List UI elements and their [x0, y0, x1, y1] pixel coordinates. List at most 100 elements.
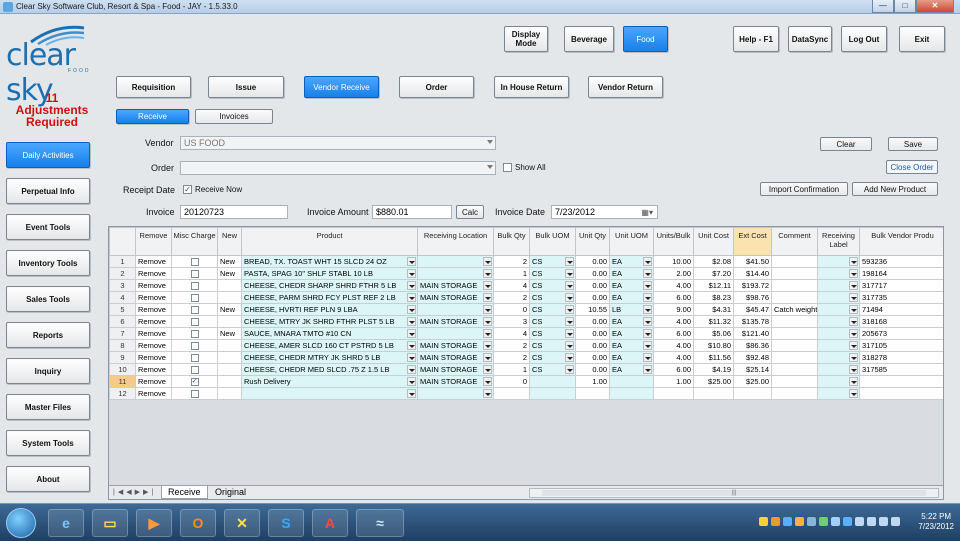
cell-unit-qty[interactable]: 0.00 — [575, 327, 610, 340]
cell-bulk-vendor-product[interactable]: 317735 — [859, 291, 943, 304]
dropdown-arrow-icon[interactable] — [483, 293, 492, 302]
dropdown-arrow-icon[interactable] — [407, 305, 416, 314]
cell-bulk-vendor-product[interactable]: 317717 — [859, 279, 943, 292]
cell-new[interactable] — [217, 363, 242, 376]
dropdown-arrow-icon[interactable] — [483, 365, 492, 374]
dropdown-arrow-icon[interactable] — [407, 389, 416, 398]
cell-comment[interactable] — [771, 327, 818, 340]
column-header-comment[interactable]: Comment — [771, 227, 818, 256]
cell-comment[interactable] — [771, 315, 818, 328]
table-row[interactable]: 11 Remove ✓ Rush Delivery MAIN STORAGE 0 1.00 1… — [109, 375, 943, 388]
tray-icon[interactable] — [795, 517, 804, 526]
cell-units-bulk[interactable]: 1.00 — [653, 375, 694, 388]
cell-receiving-label[interactable] — [817, 387, 860, 400]
dropdown-arrow-icon[interactable] — [483, 377, 492, 386]
sidebar-item-reports[interactable]: Reports — [6, 322, 90, 348]
cell-bulk-qty[interactable]: 2 — [493, 255, 530, 268]
cell-unit-cost[interactable]: $2.08 — [693, 255, 734, 268]
cell-misc-charge[interactable] — [171, 327, 218, 340]
datasync-button[interactable]: DataSync — [788, 26, 832, 52]
cell-bulk-qty[interactable]: 3 — [493, 315, 530, 328]
dropdown-arrow-icon[interactable] — [565, 341, 574, 350]
cell-receiving-location[interactable]: MAIN STORAGE — [417, 339, 494, 352]
cell-unit-cost[interactable]: $4.31 — [693, 303, 734, 316]
cell-unit-qty[interactable] — [575, 387, 610, 400]
column-header-unit-cost[interactable]: Unit Cost — [693, 227, 734, 256]
table-row[interactable]: 6 Remove CHEESE, MTRY JK SHRD FTHR PLST 5 … — [109, 315, 943, 328]
column-header-bulk-uom[interactable]: Bulk UOM — [529, 227, 576, 256]
cell-receiving-location[interactable] — [417, 255, 494, 268]
dropdown-arrow-icon[interactable] — [643, 329, 652, 338]
cell-comment[interactable] — [771, 255, 818, 268]
cell-bulk-vendor-product[interactable]: 318278 — [859, 351, 943, 364]
dropdown-arrow-icon[interactable] — [849, 305, 858, 314]
sidebar-item-master-files[interactable]: Master Files — [6, 394, 90, 420]
cell-misc-charge[interactable] — [171, 387, 218, 400]
cell-receiving-location[interactable] — [417, 303, 494, 316]
cell-comment[interactable] — [771, 279, 818, 292]
cell-misc-charge[interactable] — [171, 339, 218, 352]
cell-receiving-location[interactable] — [417, 387, 494, 400]
skype-icon[interactable]: S — [268, 509, 304, 537]
column-header-unit-qty[interactable]: Unit Qty — [575, 227, 610, 256]
cell-comment[interactable] — [771, 339, 818, 352]
cell-bulk-vendor-product[interactable]: 317585 — [859, 363, 943, 376]
cell-misc-charge[interactable] — [171, 255, 218, 268]
cell-receiving-location[interactable]: MAIN STORAGE — [417, 279, 494, 292]
clear-sky-taskbar-icon[interactable]: ≈ — [356, 509, 404, 537]
cell-bulk-vendor-product[interactable] — [859, 387, 943, 400]
cell-misc-charge[interactable] — [171, 291, 218, 304]
sidebar-item-about[interactable]: About — [6, 466, 90, 492]
tray-icon[interactable] — [879, 517, 888, 526]
cell-product[interactable]: CHEESE, AMER SLCD 160 CT PSTRD 5 LB — [241, 339, 418, 352]
cell-remove[interactable]: Remove — [135, 291, 172, 304]
cell-unit-qty[interactable]: 0.00 — [575, 339, 610, 352]
cell-remove[interactable]: Remove — [135, 375, 172, 388]
cell-unit-uom[interactable]: EA — [609, 279, 654, 292]
cell-unit-uom[interactable]: EA — [609, 351, 654, 364]
sidebar-item-system-tools[interactable]: System Tools — [6, 430, 90, 456]
cell-units-bulk[interactable] — [653, 387, 694, 400]
cell-unit-qty[interactable]: 0.00 — [575, 255, 610, 268]
cell-new[interactable] — [217, 351, 242, 364]
cell-new[interactable] — [217, 315, 242, 328]
cell-unit-qty[interactable]: 0.00 — [575, 279, 610, 292]
tray-icon[interactable] — [843, 517, 852, 526]
speaker-icon[interactable] — [891, 517, 900, 526]
cell-bulk-qty[interactable]: 0 — [493, 375, 530, 388]
cell-bulk-vendor-product[interactable]: 593236 — [859, 255, 943, 268]
import-confirmation-button[interactable]: Import Confirmation — [760, 182, 848, 196]
help-button[interactable]: Help - F1 — [733, 26, 779, 52]
column-header-receiving-label[interactable]: Receiving Label — [817, 227, 860, 256]
cell-unit-cost[interactable]: $8.23 — [693, 291, 734, 304]
acrobat-icon[interactable]: A — [312, 509, 348, 537]
tray-icon[interactable] — [855, 517, 864, 526]
cell-new[interactable]: New — [217, 327, 242, 340]
cell-unit-qty[interactable]: 10.55 — [575, 303, 610, 316]
dropdown-arrow-icon[interactable] — [643, 353, 652, 362]
cell-product[interactable]: SAUCE, MNARA TMTO #10 CN — [241, 327, 418, 340]
cell-ext-cost[interactable] — [733, 387, 772, 400]
dropdown-arrow-icon[interactable] — [407, 341, 416, 350]
sidebar-item-event-tools[interactable]: Event Tools — [6, 214, 90, 240]
cell-receiving-location[interactable]: MAIN STORAGE — [417, 375, 494, 388]
dropdown-arrow-icon[interactable] — [849, 281, 858, 290]
misc-charge-checkbox[interactable] — [190, 282, 199, 290]
cell-product[interactable]: CHEESE, CHEDR MTRY JK SHRD 5 LB — [241, 351, 418, 364]
cell-ext-cost[interactable]: $92.48 — [733, 351, 772, 364]
cell-unit-cost[interactable] — [693, 387, 734, 400]
table-row[interactable]: 1 Remove New BREAD, TX. TOAST WHT 15 SLCD 2… — [109, 255, 943, 268]
cell-bulk-qty[interactable]: 2 — [493, 339, 530, 352]
cell-unit-qty[interactable]: 0.00 — [575, 267, 610, 280]
dropdown-arrow-icon[interactable] — [849, 317, 858, 326]
cell-receiving-label[interactable] — [817, 315, 860, 328]
sheet-tab-receive[interactable]: Receive — [161, 486, 208, 499]
cell-bulk-qty[interactable]: 1 — [493, 267, 530, 280]
receive-now-checkbox[interactable]: ✓ — [183, 185, 192, 194]
dropdown-arrow-icon[interactable] — [483, 341, 492, 350]
display-mode-button[interactable]: Display Mode — [504, 26, 548, 52]
dropdown-arrow-icon[interactable] — [407, 257, 416, 266]
cell-receiving-label[interactable] — [817, 327, 860, 340]
cell-comment[interactable] — [771, 387, 818, 400]
cell-ext-cost[interactable]: $121.40 — [733, 327, 772, 340]
